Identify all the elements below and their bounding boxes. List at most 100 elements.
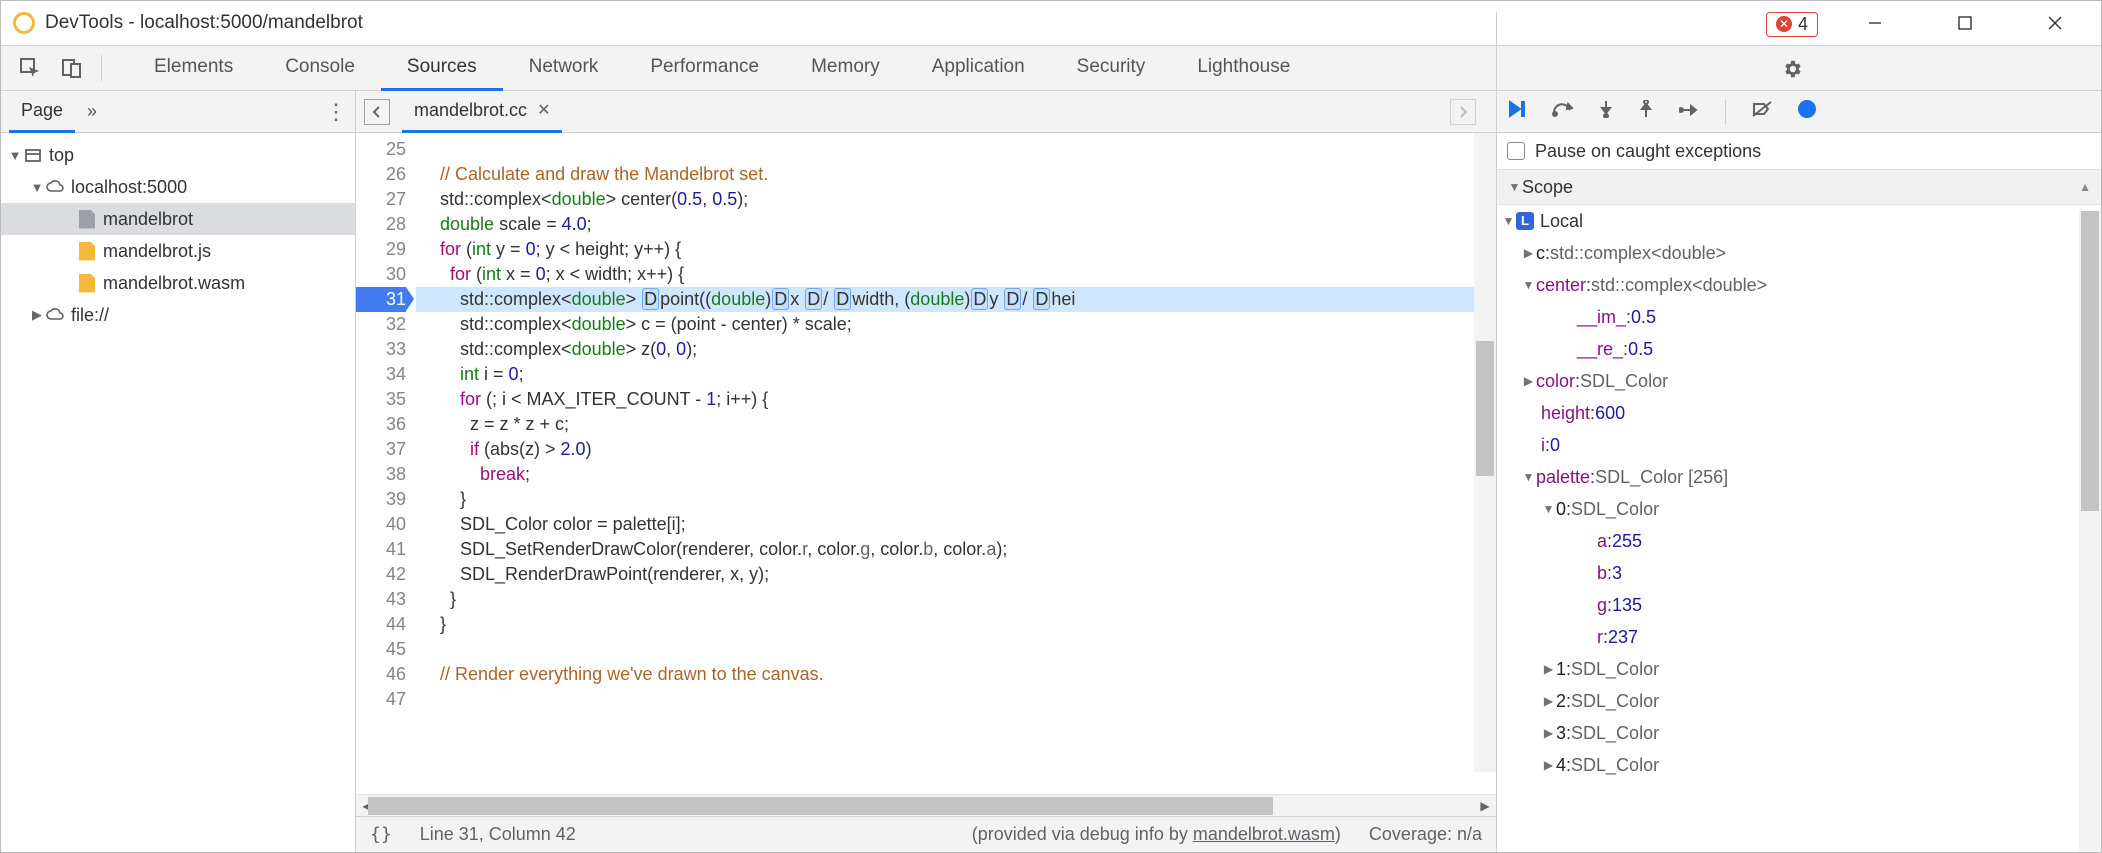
- scope-local[interactable]: ▼L Local: [1497, 205, 2101, 237]
- more-tabs-icon[interactable]: »: [87, 101, 97, 122]
- tree-top-frame[interactable]: ▼ top: [1, 139, 355, 171]
- close-tab-icon[interactable]: ✕: [537, 100, 550, 120]
- cloud-icon: [45, 305, 65, 325]
- window-title: DevTools - localhost:5000/mandelbrot: [45, 12, 363, 34]
- var-palette-2[interactable]: ▶2: SDL_Color: [1497, 685, 2101, 717]
- var-center[interactable]: ▼center: std::complex<double>: [1497, 269, 2101, 301]
- nav-fwd-button[interactable]: [1450, 99, 1476, 125]
- settings-icon[interactable]: [1780, 57, 1804, 81]
- tree-file-js[interactable]: mandelbrot.js: [1, 235, 355, 267]
- editor-tab[interactable]: mandelbrot.cc ✕: [402, 91, 562, 133]
- error-count: 4: [1798, 14, 1808, 35]
- pause-on-exceptions-icon[interactable]: [1798, 100, 1816, 123]
- step-over-icon[interactable]: [1551, 100, 1573, 123]
- source-link[interactable]: mandelbrot.wasm: [1193, 824, 1335, 844]
- step-out-icon[interactable]: [1639, 100, 1653, 123]
- script-icon: [77, 241, 97, 261]
- tree-label: file://: [71, 305, 109, 326]
- scope-label: Scope: [1522, 177, 1573, 198]
- scroll-right-icon[interactable]: ▶: [1474, 795, 1496, 817]
- tree-label: mandelbrot.js: [103, 241, 211, 262]
- var-i[interactable]: i: 0: [1497, 429, 2101, 461]
- cursor-position: Line 31, Column 42: [420, 824, 576, 845]
- tab-performance[interactable]: Performance: [624, 46, 785, 91]
- nav-back-button[interactable]: [364, 99, 390, 125]
- tab-elements[interactable]: Elements: [128, 46, 259, 91]
- tab-memory[interactable]: Memory: [785, 46, 906, 91]
- var-palette-3[interactable]: ▶3: SDL_Color: [1497, 717, 2101, 749]
- code-content[interactable]: // Calculate and draw the Mandelbrot set…: [416, 133, 1496, 794]
- error-icon: ✕: [1776, 16, 1792, 32]
- tree-file-protocol[interactable]: ▶ file://: [1, 299, 355, 331]
- expand-icon: ▶: [29, 307, 45, 323]
- tree-file-wasm[interactable]: mandelbrot.wasm: [1, 267, 355, 299]
- pretty-print-icon[interactable]: {}: [370, 824, 392, 845]
- deactivate-breakpoints-icon[interactable]: [1752, 100, 1772, 123]
- resume-icon[interactable]: [1507, 100, 1525, 123]
- main-toolbar: ElementsConsoleSourcesNetworkPerformance…: [1, 46, 2101, 91]
- scrollbar-thumb[interactable]: [2081, 211, 2099, 511]
- divider: [101, 55, 102, 81]
- tab-application[interactable]: Application: [906, 46, 1051, 91]
- expand-icon: ▼: [1507, 180, 1522, 194]
- source-origin: (provided via debug info by mandelbrot.w…: [972, 824, 1341, 845]
- var-palette-0-r[interactable]: r: 237: [1497, 621, 2101, 653]
- scope-section-header[interactable]: ▼ Scope ▲: [1497, 169, 2101, 205]
- pause-on-caught-row[interactable]: Pause on caught exceptions: [1497, 133, 2101, 169]
- cloud-icon: [45, 177, 65, 197]
- section-chevron-icon: ▲: [2079, 180, 2091, 194]
- editor-tabbar: mandelbrot.cc ✕: [356, 91, 1496, 133]
- var-height[interactable]: height: 600: [1497, 397, 2101, 429]
- editor-tab-label: mandelbrot.cc: [414, 100, 527, 121]
- editor-horizontal-scrollbar[interactable]: ◀ ▶: [356, 794, 1496, 816]
- var-palette-0-g[interactable]: g: 135: [1497, 589, 2101, 621]
- page-tab[interactable]: Page: [9, 91, 75, 133]
- tab-sources[interactable]: Sources: [381, 46, 503, 91]
- error-count-badge[interactable]: ✕ 4: [1766, 12, 1818, 37]
- debugger-vertical-scrollbar[interactable]: [2079, 211, 2101, 852]
- var-color[interactable]: ▶color: SDL_Color: [1497, 365, 2101, 397]
- var-center-re[interactable]: __re_: 0.5: [1497, 333, 2101, 365]
- var-palette[interactable]: ▼palette: SDL_Color [256]: [1497, 461, 2101, 493]
- code-editor[interactable]: 2526272829303132333435363738394041424344…: [356, 133, 1496, 794]
- source-panel: mandelbrot.cc ✕ 252627282930313233343536…: [356, 91, 1496, 852]
- tree-file-mandelbrot[interactable]: mandelbrot: [1, 203, 355, 235]
- var-palette-0-a[interactable]: a: 255: [1497, 525, 2101, 557]
- devtools-logo-icon: [13, 12, 35, 34]
- editor-statusbar: {} Line 31, Column 42 (provided via debu…: [356, 816, 1496, 852]
- expand-icon: ▼: [7, 148, 23, 163]
- debugger-toolbar: [1497, 91, 2101, 133]
- navigator-menu-icon[interactable]: ⋮: [325, 101, 347, 123]
- var-palette-0[interactable]: ▼0: SDL_Color: [1497, 493, 2101, 525]
- scrollbar-thumb[interactable]: [368, 797, 1273, 815]
- scope-tree: ▼L Local ▶c: std::complex<double> ▼cente…: [1497, 205, 2101, 852]
- document-icon: [77, 209, 97, 229]
- device-toolbar-icon[interactable]: [57, 53, 87, 83]
- frame-icon: [23, 145, 43, 165]
- file-tree: ▼ top ▼ localhost:5000 mandelbrot mandel…: [1, 133, 355, 852]
- var-palette-1[interactable]: ▶1: SDL_Color: [1497, 653, 2101, 685]
- tree-label: top: [49, 145, 74, 166]
- var-palette-4[interactable]: ▶4: SDL_Color: [1497, 749, 2101, 781]
- editor-vertical-scrollbar[interactable]: [1474, 133, 1496, 772]
- tree-host[interactable]: ▼ localhost:5000: [1, 171, 355, 203]
- expand-icon: ▼: [29, 180, 45, 195]
- step-icon[interactable]: [1679, 102, 1699, 122]
- debugger-panel: Pause on caught exceptions ▼ Scope ▲ ▼L …: [1496, 91, 2101, 852]
- tab-security[interactable]: Security: [1051, 46, 1172, 91]
- tab-lighthouse[interactable]: Lighthouse: [1171, 46, 1316, 91]
- tree-label: mandelbrot.wasm: [103, 273, 245, 294]
- var-center-im[interactable]: __im_: 0.5: [1497, 301, 2101, 333]
- scrollbar-thumb[interactable]: [1476, 341, 1494, 476]
- line-gutter[interactable]: 2526272829303132333435363738394041424344…: [356, 133, 416, 794]
- divider: [1725, 100, 1726, 124]
- pause-caught-label: Pause on caught exceptions: [1535, 141, 1761, 162]
- checkbox[interactable]: [1507, 142, 1525, 160]
- inspect-element-icon[interactable]: [15, 53, 45, 83]
- tree-label: localhost:5000: [71, 177, 187, 198]
- var-palette-0-b[interactable]: b: 3: [1497, 557, 2101, 589]
- step-into-icon[interactable]: [1599, 100, 1613, 123]
- var-c[interactable]: ▶c: std::complex<double>: [1497, 237, 2101, 269]
- tab-console[interactable]: Console: [259, 46, 381, 91]
- tab-network[interactable]: Network: [503, 46, 625, 91]
